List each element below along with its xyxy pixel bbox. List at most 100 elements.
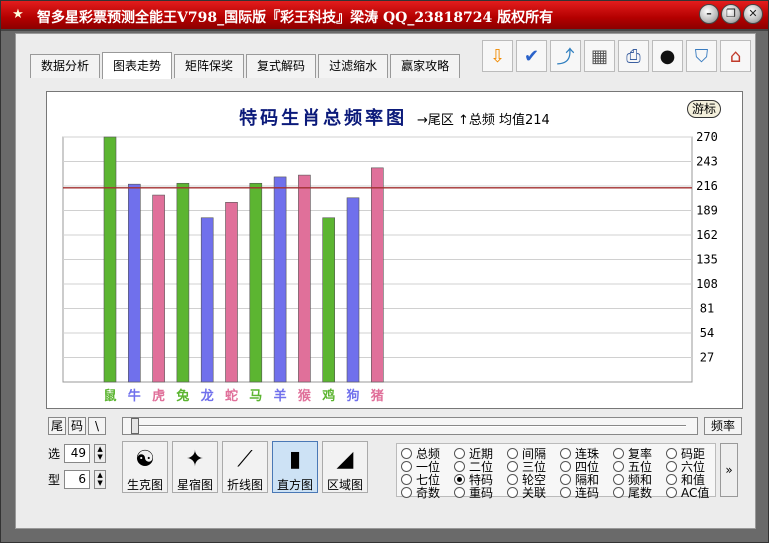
radio-dot[interactable]	[560, 473, 571, 485]
view-button-1[interactable]: ☯ 生克图	[122, 441, 168, 493]
radio-dot[interactable]	[613, 473, 624, 485]
window-title: 智多星彩票预测全能王V798_国际版『彩王科技』梁涛 QQ_23818724 版…	[37, 10, 554, 26]
y-tick-label: 243	[696, 155, 718, 169]
bar-9	[298, 174, 311, 383]
bar-7	[249, 182, 263, 383]
slider-row: 尾 码 \ 频率	[46, 415, 743, 437]
bar-10	[322, 217, 336, 383]
statistic-radio-group: 总频 近期 间隔 连珠 复率 码距 一位 二位 三位 四位 五位 六位 七位 特码 轮空 隔和 频和 和值 奇数 重码…	[396, 443, 716, 500]
view-icon-4-icon: ▮	[288, 447, 302, 472]
tab-5[interactable]: 过滤缩水	[318, 54, 389, 78]
view-button-label: 直方图	[276, 478, 313, 492]
qq-penguin-icon: ●	[659, 45, 676, 67]
bar-11	[346, 197, 360, 383]
category-label: 鸡	[321, 388, 335, 404]
y-tick-label: 189	[696, 204, 718, 218]
radio-dot[interactable]	[666, 460, 677, 472]
y-tick-label: 270	[696, 130, 718, 144]
radio-dot[interactable]	[507, 447, 518, 459]
radio-dot[interactable]	[507, 473, 518, 485]
select-spin-arrows[interactable]: ▲ ▼	[94, 443, 107, 463]
tab-1[interactable]: 数据分析	[30, 54, 101, 78]
minimize-button[interactable]: –	[699, 4, 719, 24]
radio-dot[interactable]	[613, 447, 624, 459]
toolbar-button-1[interactable]: ⇩	[482, 40, 513, 72]
view-icon-1-icon: ☯	[135, 447, 155, 472]
radio-option[interactable]: 关联	[507, 485, 546, 500]
type-spin-arrows[interactable]: ▲ ▼	[94, 469, 107, 489]
radio-dot[interactable]	[560, 486, 571, 498]
radio-dot[interactable]	[666, 473, 677, 485]
radio-dot[interactable]	[454, 486, 465, 498]
radio-dot[interactable]	[401, 447, 412, 459]
toolbar-button-4[interactable]: ▦	[584, 40, 615, 72]
tab-6[interactable]: 赢家攻略	[390, 54, 461, 78]
bar-12	[370, 167, 384, 383]
radio-dot[interactable]	[560, 447, 571, 459]
tail-button[interactable]: 尾	[48, 417, 66, 435]
bar-4	[176, 182, 190, 383]
radio-option[interactable]: 尾数	[613, 485, 652, 500]
code-button[interactable]: 码	[68, 417, 86, 435]
radio-dot[interactable]	[401, 486, 412, 498]
title-bar[interactable]: ★ 智多星彩票预测全能王V798_国际版『彩王科技』梁涛 QQ_23818724…	[1, 1, 768, 31]
toolbar-button-5[interactable]: ⎙	[618, 40, 649, 72]
radio-label: AC值	[681, 485, 710, 500]
radio-dot[interactable]	[507, 486, 518, 498]
radio-dot[interactable]	[613, 460, 624, 472]
slash-button[interactable]: \	[88, 417, 106, 435]
radio-dot[interactable]	[666, 447, 677, 459]
select-spinner: 选 49 ▲ ▼	[48, 443, 107, 463]
radio-option[interactable]: AC值	[666, 485, 710, 500]
type-value-input[interactable]: 6	[64, 469, 91, 489]
more-button[interactable]: »	[720, 443, 738, 497]
cursor-button[interactable]: 游标	[687, 100, 721, 118]
toolbar-button-6[interactable]: ●	[652, 40, 683, 72]
radio-dot[interactable]	[401, 473, 412, 485]
radio-dot[interactable]	[454, 447, 465, 459]
view-button-4[interactable]: ▮ 直方图	[272, 441, 318, 493]
view-icon-5-icon: ◢	[336, 447, 354, 472]
tab-4[interactable]: 复式解码	[246, 54, 317, 78]
radio-dot[interactable]	[666, 486, 677, 498]
slider-thumb[interactable]	[131, 418, 139, 434]
radio-dot[interactable]	[454, 473, 465, 485]
view-button-label: 区域图	[326, 478, 363, 492]
select-label: 选	[48, 446, 61, 461]
tab-3[interactable]: 矩阵保奖	[174, 54, 245, 78]
type-label: 型	[48, 472, 61, 487]
view-button-5[interactable]: ◢ 区域图	[322, 441, 368, 493]
home-icon: ⌂	[729, 45, 742, 67]
radio-option[interactable]: 奇数	[401, 485, 440, 500]
radio-label: 重码	[469, 485, 494, 500]
toolbar-button-3[interactable]: ⤴	[550, 40, 581, 72]
toolbar-button-8[interactable]: ⌂	[720, 40, 751, 72]
tab-2[interactable]: 图表走势	[102, 52, 173, 79]
spellcheck-icon: ✔	[523, 45, 540, 67]
view-button-3[interactable]: ⟋ 折线图	[222, 441, 268, 493]
restore-button[interactable]: ❐	[721, 4, 741, 24]
bar-1	[103, 136, 117, 383]
view-button-2[interactable]: ✦ 星宿图	[172, 441, 218, 493]
radio-dot[interactable]	[560, 460, 571, 472]
select-value-input[interactable]: 49	[64, 443, 91, 463]
category-label: 龙	[201, 388, 214, 404]
bar-3	[152, 194, 165, 383]
radio-dot[interactable]	[613, 486, 624, 498]
radio-option[interactable]: 重码	[454, 485, 494, 500]
close-button[interactable]: ✕	[743, 4, 763, 24]
category-label: 羊	[274, 388, 287, 404]
radio-dot[interactable]	[454, 460, 465, 472]
toolbar-button-7[interactable]: ⛉	[686, 40, 717, 72]
bar-2	[128, 183, 141, 383]
period-slider[interactable]	[122, 417, 698, 435]
radio-dot[interactable]	[507, 460, 518, 472]
toolbar-button-2[interactable]: ✔	[516, 40, 547, 72]
slider-groove	[131, 425, 686, 427]
radio-option[interactable]: 连码	[560, 485, 599, 500]
radio-dot[interactable]	[401, 460, 412, 472]
category-label: 猴	[298, 388, 312, 404]
view-button-label: 星宿图	[176, 478, 213, 492]
chart-title-row: 特码生肖总频率图 →尾区 ↑总频 均值214	[47, 104, 742, 130]
frequency-button[interactable]: 频率	[704, 417, 742, 435]
